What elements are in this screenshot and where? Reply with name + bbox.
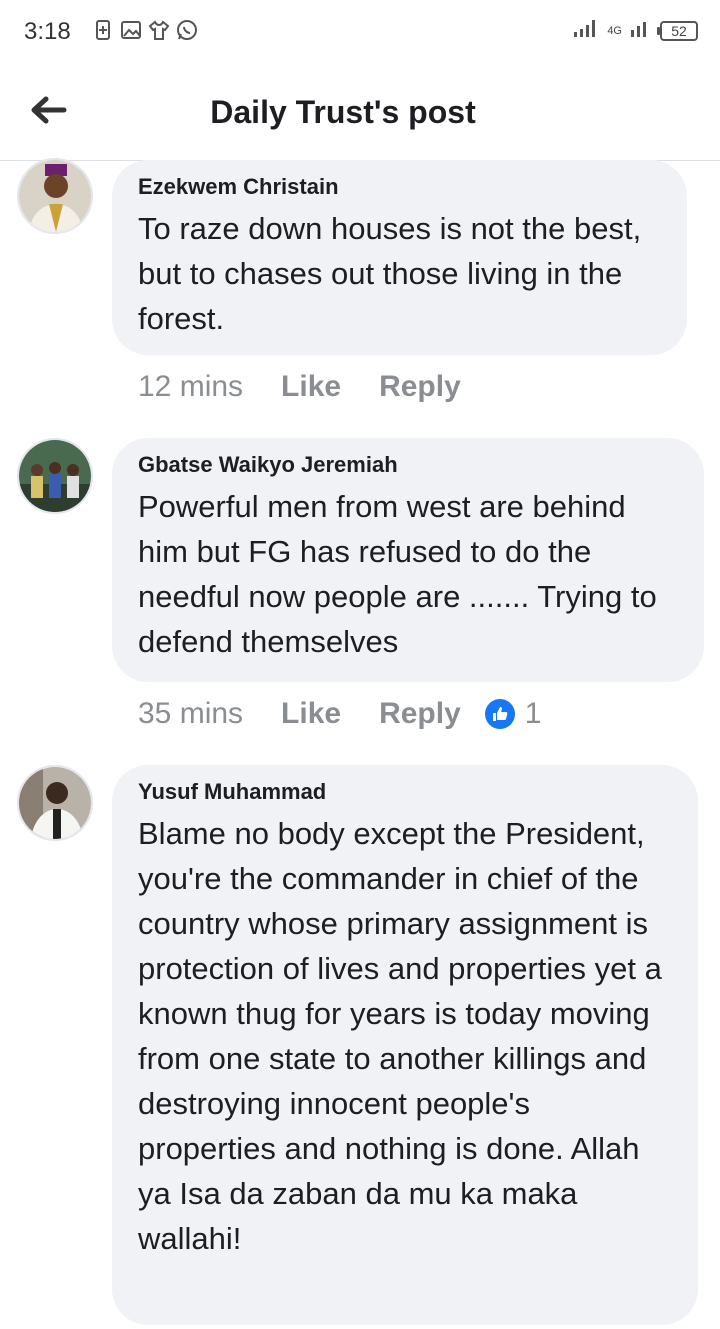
notification-icons: [92, 19, 198, 41]
comment-bubble[interactable]: Gbatse Waikyo Jeremiah Powerful men from…: [112, 438, 704, 682]
status-time: 3:18: [24, 18, 71, 45]
comment-bubble[interactable]: Yusuf Muhammad Blame no body except the …: [112, 765, 698, 1325]
avatar[interactable]: [17, 765, 93, 841]
page-header: Daily Trust's post: [0, 64, 720, 161]
system-icons: 4G 52: [573, 18, 698, 43]
reaction-summary[interactable]: 1: [484, 697, 542, 731]
reply-button[interactable]: Reply: [379, 370, 461, 404]
like-button[interactable]: Like: [281, 370, 341, 404]
avatar[interactable]: [17, 158, 93, 234]
signal-icon: [573, 18, 599, 43]
gallery-icon: [120, 19, 142, 41]
page-title: Daily Trust's post: [210, 94, 476, 130]
whatsapp-icon: [176, 19, 198, 41]
comment-author[interactable]: Ezekwem Christain: [138, 174, 661, 200]
comment-time: 35 mins: [138, 697, 244, 730]
status-bar: 3:18 4G 52: [0, 0, 720, 64]
network-type: 4G: [607, 24, 622, 37]
battery-indicator: 52: [657, 20, 698, 41]
reaction-count: 1: [524, 697, 542, 730]
comment-text: To raze down houses is not the best, but…: [138, 211, 642, 336]
comment-author[interactable]: Gbatse Waikyo Jeremiah: [138, 452, 678, 478]
comment-text: Blame no body except the President, you'…: [138, 816, 662, 1256]
comment-actions: 12 mins Like Reply: [138, 370, 499, 404]
comment-actions: 35 mins Like Reply 1: [138, 697, 541, 731]
comment-time: 12 mins: [138, 370, 244, 403]
thumbs-up-icon: [484, 699, 515, 729]
battery-saver-icon: [92, 19, 114, 41]
signal-icon-2: [630, 18, 652, 43]
avatar[interactable]: [17, 438, 93, 514]
comment-bubble[interactable]: Ezekwem Christain To raze down houses is…: [112, 160, 687, 355]
comment-text: Powerful men from west are behind him bu…: [138, 489, 657, 659]
comment-author[interactable]: Yusuf Muhammad: [138, 779, 672, 805]
shirt-icon: [148, 19, 170, 41]
like-button[interactable]: Like: [281, 697, 341, 731]
reply-button[interactable]: Reply: [379, 697, 461, 731]
